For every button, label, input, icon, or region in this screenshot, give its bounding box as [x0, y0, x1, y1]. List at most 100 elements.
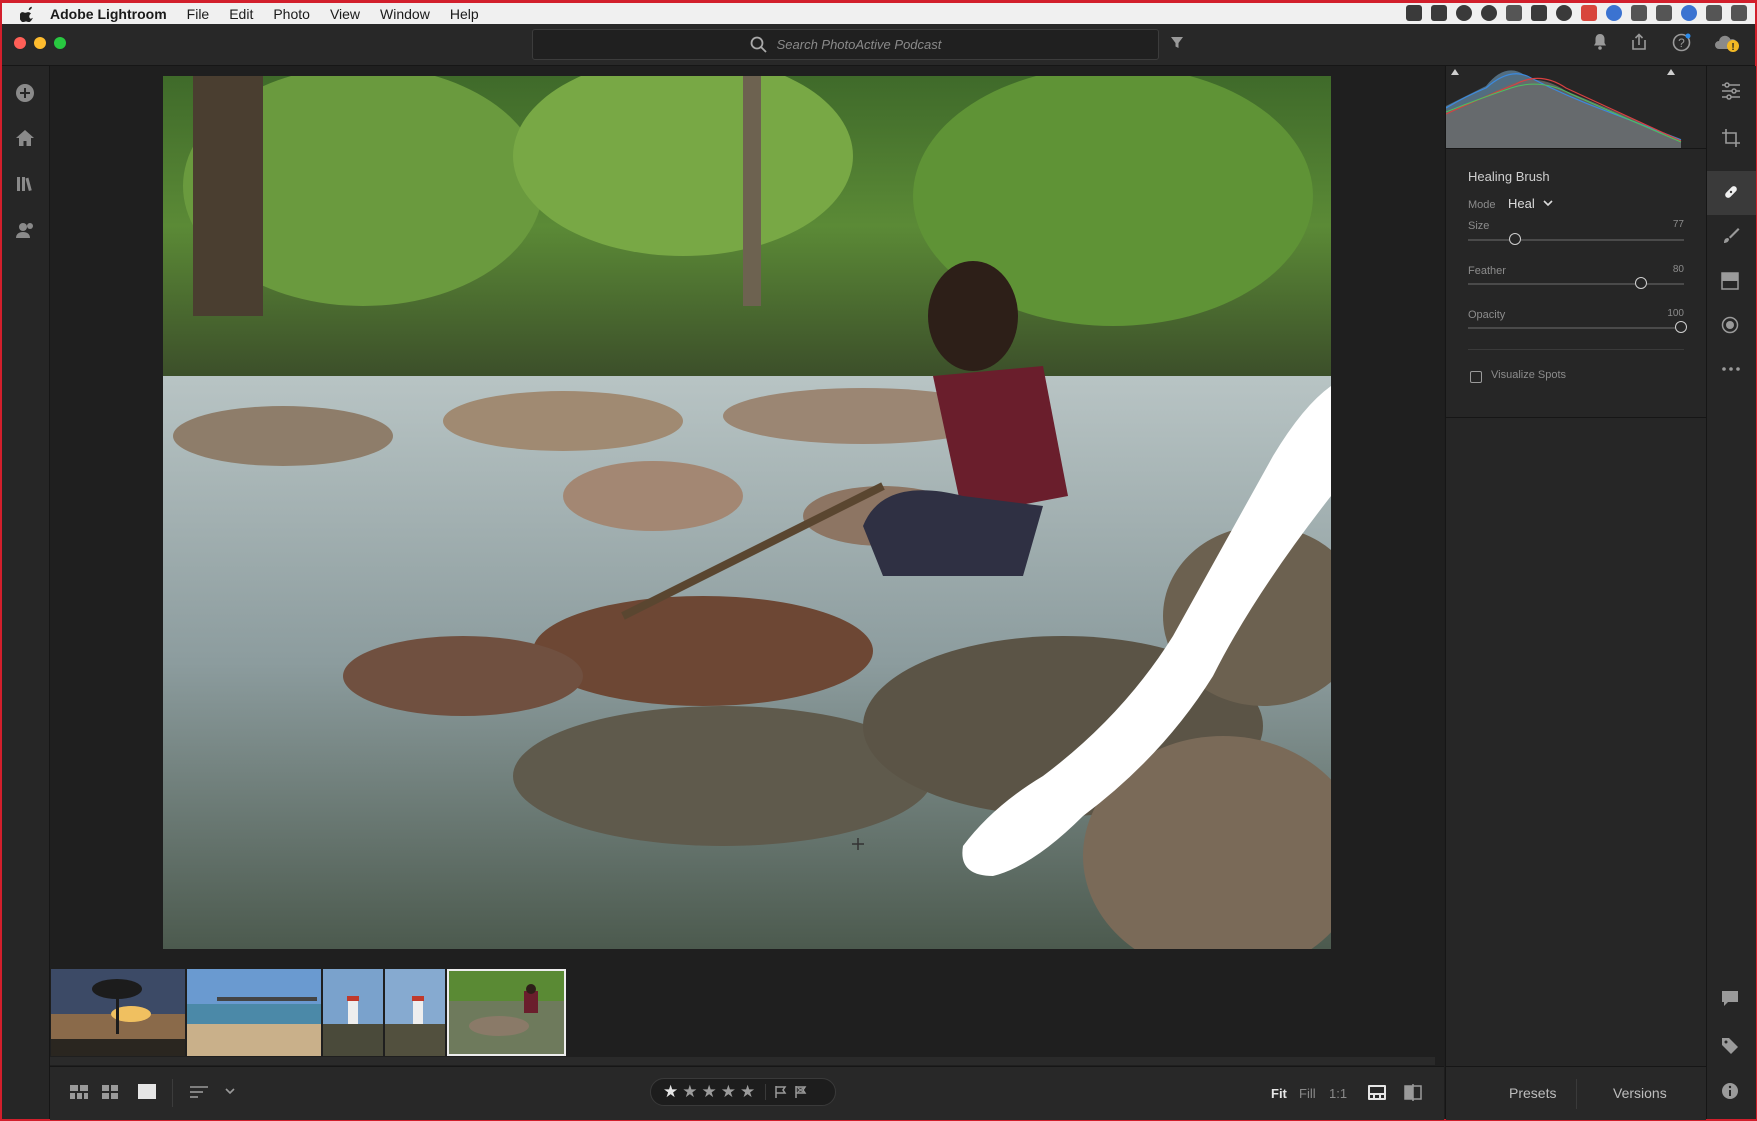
tab-divider: [1576, 1079, 1577, 1109]
edit-sliders-icon[interactable]: [1721, 82, 1741, 100]
linear-gradient-icon[interactable]: [1721, 272, 1739, 290]
chevron-down-icon[interactable]: [225, 1088, 235, 1095]
home-icon[interactable]: [14, 128, 36, 148]
minimize-window-button[interactable]: [34, 37, 46, 49]
brush-icon[interactable]: [1721, 226, 1741, 246]
star-icon[interactable]: ★: [721, 1082, 736, 1102]
opacity-value[interactable]: 100: [1667, 308, 1684, 319]
main-photo[interactable]: [163, 76, 1331, 949]
river-woman-thumbnail[interactable]: [447, 969, 566, 1056]
before-after-icon[interactable]: [1404, 1084, 1422, 1101]
filter-icon[interactable]: [1170, 36, 1184, 50]
feather-slider-handle[interactable]: [1635, 277, 1647, 289]
feather-slider-track[interactable]: [1468, 283, 1684, 285]
edit-tools-rail: [1706, 66, 1756, 1119]
tree-sunset-thumbnail[interactable]: [51, 969, 185, 1056]
lighthouse-thumbnail-1[interactable]: [323, 969, 383, 1056]
tray-icon[interactable]: [1706, 5, 1722, 21]
radial-gradient-icon[interactable]: [1721, 316, 1739, 334]
menu-edit[interactable]: Edit: [229, 6, 253, 22]
square-grid-view-icon[interactable]: [102, 1085, 118, 1099]
lighthouse-thumbnail-2[interactable]: [385, 969, 445, 1056]
search-field[interactable]: Search PhotoActive Podcast: [532, 29, 1159, 60]
comments-icon[interactable]: [1721, 990, 1739, 1007]
feather-value[interactable]: 80: [1673, 264, 1684, 275]
zoom-1to1-button[interactable]: 1:1: [1329, 1086, 1347, 1101]
search-placeholder: Search PhotoActive Podcast: [776, 37, 942, 52]
mode-dropdown[interactable]: Heal: [1508, 196, 1553, 211]
reject-flag-icon[interactable]: [794, 1085, 808, 1099]
visualize-spots-checkbox[interactable]: [1470, 371, 1482, 383]
share-icon[interactable]: [1630, 33, 1648, 51]
help-icon[interactable]: ?: [1672, 33, 1691, 52]
crop-icon[interactable]: [1721, 128, 1741, 148]
close-window-button[interactable]: [14, 37, 26, 49]
cloud-sync-warning-icon[interactable]: !: [1714, 33, 1740, 53]
apple-icon[interactable]: [20, 6, 36, 22]
menu-bar: Adobe Lightroom File Edit Photo View Win…: [2, 3, 1755, 24]
add-photos-icon[interactable]: [14, 82, 36, 104]
menu-window[interactable]: Window: [380, 6, 430, 22]
tray-icon[interactable]: [1531, 5, 1547, 21]
size-slider-handle[interactable]: [1509, 233, 1521, 245]
presets-tab[interactable]: Presets: [1509, 1085, 1556, 1101]
menu-help[interactable]: Help: [450, 6, 479, 22]
chevron-down-icon: [1543, 200, 1553, 207]
rating-divider: [765, 1084, 767, 1100]
zoom-fill-button[interactable]: Fill: [1299, 1086, 1316, 1101]
library-icon[interactable]: [14, 174, 36, 194]
filmstrip: [50, 961, 1444, 1059]
opacity-slider-track[interactable]: [1468, 327, 1684, 329]
search-icon: [750, 36, 767, 53]
dropbox-icon[interactable]: [1506, 5, 1522, 21]
info-icon[interactable]: [1721, 1082, 1739, 1100]
people-icon[interactable]: [14, 220, 36, 240]
versions-tab[interactable]: Versions: [1613, 1085, 1667, 1101]
photo-canvas-area: ★ ★ ★ ★ ★ Fit Fill 1:1: [50, 66, 1444, 1120]
histogram: [1446, 66, 1706, 148]
menu-file[interactable]: File: [187, 6, 210, 22]
filmstrip-scrollbar[interactable]: [50, 1057, 1435, 1065]
sort-icon[interactable]: [190, 1085, 210, 1099]
notifications-icon[interactable]: [1592, 33, 1608, 51]
tray-icon[interactable]: [1631, 5, 1647, 21]
size-slider-track[interactable]: [1468, 239, 1684, 241]
detail-view-icon[interactable]: [138, 1084, 156, 1099]
panel-divider: [1468, 349, 1684, 350]
star-icon[interactable]: ★: [682, 1082, 697, 1102]
opacity-slider-handle[interactable]: [1675, 321, 1687, 333]
menu-view[interactable]: View: [330, 6, 360, 22]
size-value[interactable]: 77: [1673, 219, 1684, 230]
pick-flag-icon[interactable]: [774, 1085, 788, 1099]
tray-icon[interactable]: [1656, 5, 1672, 21]
edit-panel: Healing Brush Mode Heal Size 77 Feather …: [1445, 66, 1706, 1120]
photo-grid-view-icon[interactable]: [70, 1085, 88, 1099]
star-icon[interactable]: ★: [663, 1082, 678, 1102]
tray-icon[interactable]: [1431, 5, 1447, 21]
svg-text:!: !: [1731, 42, 1734, 53]
tray-icon[interactable]: [1606, 5, 1622, 21]
keywords-icon[interactable]: [1721, 1036, 1739, 1054]
menu-photo[interactable]: Photo: [273, 6, 310, 22]
tray-icon[interactable]: [1731, 5, 1747, 21]
filmstrip-toggle-icon[interactable]: [1368, 1085, 1386, 1100]
tray-icon[interactable]: [1406, 5, 1422, 21]
bottom-toolbar: ★ ★ ★ ★ ★ Fit Fill 1:1: [50, 1066, 1444, 1120]
healing-brush-icon[interactable]: [1721, 182, 1741, 202]
title-bar: Search PhotoActive Podcast ? !: [2, 24, 1755, 66]
star-icon[interactable]: ★: [702, 1082, 717, 1102]
mode-value: Heal: [1508, 196, 1535, 211]
tray-icon[interactable]: [1456, 5, 1472, 21]
star-icon[interactable]: ★: [740, 1082, 755, 1102]
tray-icon[interactable]: [1556, 5, 1572, 21]
more-icon[interactable]: [1721, 366, 1741, 372]
visualize-spots-label[interactable]: Visualize Spots: [1491, 369, 1566, 381]
tray-icon[interactable]: [1681, 5, 1697, 21]
panel-tabs-bar: Presets Versions: [1446, 1066, 1706, 1120]
beach-pier-thumbnail[interactable]: [187, 969, 321, 1056]
tray-icon[interactable]: [1581, 5, 1597, 21]
zoom-window-button[interactable]: [54, 37, 66, 49]
zoom-fit-button[interactable]: Fit: [1271, 1086, 1287, 1101]
app-name-menu[interactable]: Adobe Lightroom: [50, 6, 167, 22]
tray-icon[interactable]: [1481, 5, 1497, 21]
